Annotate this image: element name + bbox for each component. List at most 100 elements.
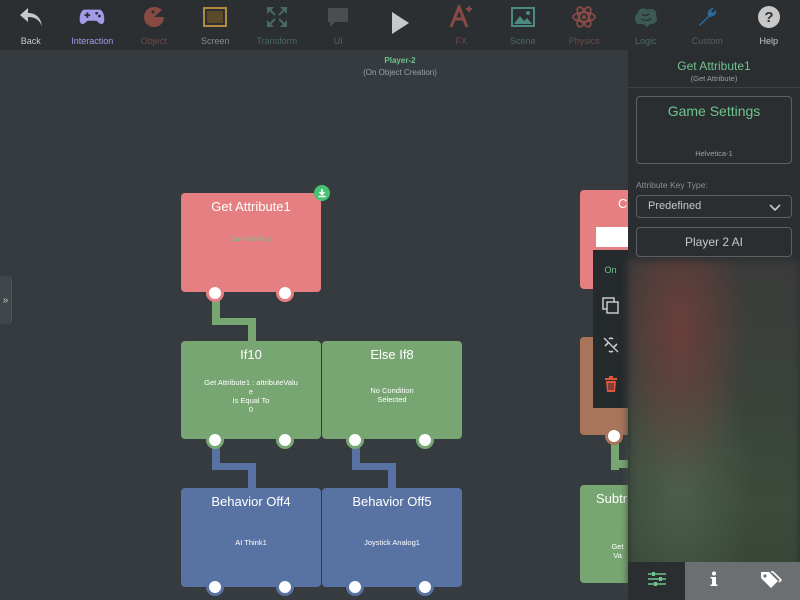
- tool-back[interactable]: Back: [0, 0, 62, 50]
- tab-settings[interactable]: [628, 562, 686, 600]
- panel-title: Get Attribute1: [677, 59, 751, 73]
- output-port[interactable]: [206, 431, 224, 449]
- tool-ui[interactable]: UI: [308, 0, 370, 50]
- brain-icon: [633, 4, 659, 30]
- tool-label: UI: [333, 36, 343, 46]
- fx-icon: [448, 4, 474, 30]
- double-chevron-right-icon: »: [2, 294, 9, 306]
- attribute-source-button[interactable]: Game Settings Helvetica-1: [636, 96, 792, 164]
- attribute-source-title: Game Settings: [667, 103, 761, 119]
- menu-item-unlink[interactable]: [593, 328, 628, 367]
- toolbar: Back Interaction Object Screen Transform…: [0, 0, 800, 50]
- node-behavior-off[interactable]: Behavior Off5 Joystick Analog1: [322, 488, 462, 587]
- picture-icon: [510, 4, 536, 30]
- panel-subtitle: (Get Attribute): [690, 74, 738, 83]
- output-port[interactable]: [416, 578, 434, 596]
- chevron-down-icon: [769, 200, 781, 221]
- tool-label: FX: [455, 36, 467, 46]
- output-port[interactable]: [416, 431, 434, 449]
- copy-icon: [601, 297, 620, 320]
- node-context-menu: On: [593, 250, 628, 408]
- tool-scene[interactable]: Scene: [492, 0, 554, 50]
- back-arrow-icon: [18, 4, 44, 30]
- menu-item-delete[interactable]: [593, 367, 628, 406]
- node-title: Behavior Off5: [352, 494, 432, 509]
- atom-icon: [571, 4, 597, 30]
- panel-tabs: [628, 562, 800, 600]
- output-port[interactable]: [276, 284, 294, 302]
- attribute-source-font: Helvetica-1: [695, 149, 733, 158]
- node-behavior-off[interactable]: Behavior Off4 AI Think1: [181, 488, 321, 587]
- screen-icon: [202, 4, 228, 30]
- node-if[interactable]: If10 Get Attribute1 : attributeValu e Is…: [181, 341, 321, 439]
- output-port[interactable]: [276, 578, 294, 596]
- tool-custom[interactable]: Custom: [677, 0, 739, 50]
- download-badge-icon[interactable]: [314, 185, 330, 201]
- node-title: If10: [240, 347, 262, 362]
- tool-label: Scene: [509, 36, 536, 46]
- tab-info[interactable]: [685, 562, 743, 600]
- node-title: Subtr: [596, 491, 628, 506]
- tool-label: Custom: [691, 36, 723, 46]
- node-body: Game Settings: [231, 237, 271, 243]
- tool-fx[interactable]: FX: [431, 0, 493, 50]
- node-body: Get Attribute1 : attributeValu e Is Equa…: [204, 378, 298, 414]
- node-body: AI Think1: [235, 538, 267, 547]
- node-body: No Condition Selected: [370, 386, 414, 404]
- output-port[interactable]: [206, 284, 224, 302]
- panel-header: Get Attribute1 (Get Attribute): [628, 50, 800, 88]
- tool-logic[interactable]: Logic: [615, 0, 677, 50]
- node-title: Else If8: [370, 347, 414, 362]
- node-body: Get Va: [611, 542, 624, 560]
- node-body: Joystick Analog1: [364, 538, 420, 547]
- panel-blurred-background: [628, 260, 800, 600]
- node-else-if[interactable]: Else If8 No Condition Selected: [322, 341, 462, 439]
- tool-object[interactable]: Object: [123, 0, 185, 50]
- pacman-icon: [141, 4, 167, 30]
- sliders-icon: [647, 571, 667, 592]
- tool-screen[interactable]: Screen: [185, 0, 247, 50]
- node-title: Behavior Off4: [211, 494, 291, 509]
- wire: [388, 463, 396, 491]
- gamepad-icon: [79, 4, 105, 30]
- tool-play[interactable]: [369, 0, 431, 50]
- menu-item-copy[interactable]: [593, 289, 628, 328]
- menu-item-on[interactable]: On: [593, 250, 628, 289]
- tool-help[interactable]: ? Help: [738, 0, 800, 50]
- tool-label: Screen: [200, 36, 230, 46]
- properties-panel: Get Attribute1 (Get Attribute) Game Sett…: [628, 50, 800, 600]
- object-name: Player-2: [384, 56, 416, 65]
- output-port[interactable]: [346, 431, 364, 449]
- unlink-icon: [602, 336, 620, 359]
- expand-icon: [264, 4, 290, 30]
- tool-label: Physics: [568, 36, 600, 46]
- node-preview: [596, 227, 628, 247]
- node-get-attribute[interactable]: Get Attribute1 Game Settings: [181, 193, 321, 292]
- tool-transform[interactable]: Transform: [246, 0, 308, 50]
- tab-tags[interactable]: [742, 562, 800, 600]
- key-type-select[interactable]: Predefined: [636, 195, 792, 218]
- svg-text:?: ?: [764, 9, 773, 26]
- tool-label: Help: [759, 36, 778, 46]
- tool-physics[interactable]: Physics: [554, 0, 616, 50]
- chat-bubble-icon: [325, 4, 351, 30]
- tags-icon: [760, 570, 783, 593]
- output-port[interactable]: [276, 431, 294, 449]
- key-type-value: Predefined: [648, 200, 702, 212]
- tool-label: Logic: [634, 36, 657, 46]
- output-port[interactable]: [346, 578, 364, 596]
- tool-label: Interaction: [71, 36, 114, 46]
- node-partial-green[interactable]: Subtr Get Va: [580, 485, 628, 583]
- expand-left-handle[interactable]: »: [0, 276, 12, 324]
- tool-label: Transform: [256, 36, 298, 46]
- attribute-key-button[interactable]: Player 2 AI: [636, 227, 792, 257]
- output-port[interactable]: [206, 578, 224, 596]
- toggle-on-label: On: [604, 264, 617, 275]
- output-port[interactable]: [605, 427, 623, 445]
- node-title: C: [618, 196, 628, 211]
- tool-interaction[interactable]: Interaction: [62, 0, 124, 50]
- play-icon: [387, 10, 413, 36]
- question-icon: ?: [756, 4, 782, 30]
- info-icon: [709, 571, 719, 592]
- wire: [248, 463, 256, 491]
